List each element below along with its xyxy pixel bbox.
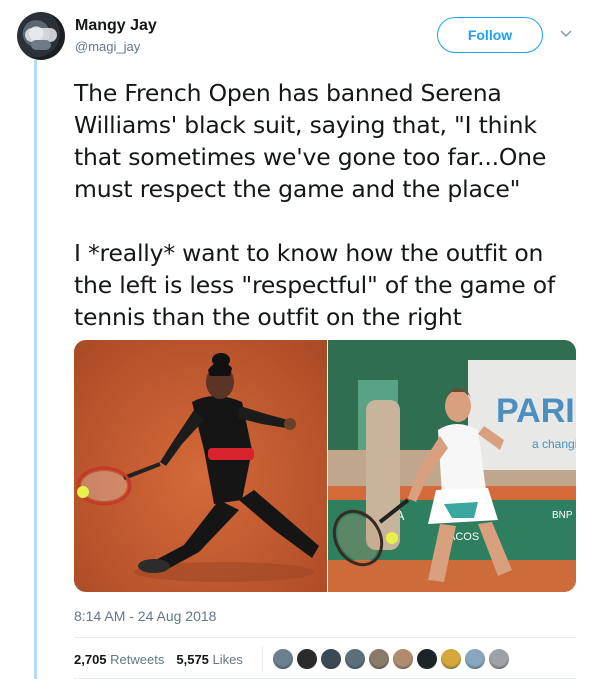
signage-pari: PARI xyxy=(496,392,575,430)
liker-avatar[interactable] xyxy=(416,648,438,670)
liker-avatar[interactable] xyxy=(320,648,342,670)
likes-label: Likes xyxy=(212,652,243,667)
liker-avatar[interactable] xyxy=(344,648,366,670)
divider xyxy=(262,646,263,672)
avatar[interactable] xyxy=(17,12,65,60)
retweets-count: 2,705 xyxy=(74,652,107,667)
photo-simona-halep[interactable]: PARI a changi PA ACOS BNP xyxy=(328,340,576,592)
likes-count: 5,575 xyxy=(176,652,209,667)
liker-avatar[interactable] xyxy=(488,648,510,670)
signage-bnp: BNP xyxy=(552,510,573,521)
chevron-down-icon[interactable] xyxy=(560,30,572,38)
retweets-label: Retweets xyxy=(110,652,165,667)
tweet-text: The French Open has banned Serena Willia… xyxy=(74,79,556,331)
liker-avatar[interactable] xyxy=(440,648,462,670)
tweet-timestamp[interactable]: 8:14 AM - 24 Aug 2018 xyxy=(74,608,216,624)
liker-avatar[interactable] xyxy=(464,648,486,670)
liker-avatar[interactable] xyxy=(392,648,414,670)
tweet-stats: 2,705 Retweets 5,575 Likes xyxy=(74,652,255,667)
liker-avatar[interactable] xyxy=(368,648,390,670)
follow-button[interactable]: Follow xyxy=(437,17,543,53)
retweets-stat[interactable]: 2,705 Retweets xyxy=(74,652,164,667)
likes-stat[interactable]: 5,575 Likes xyxy=(176,652,243,667)
liker-avatar[interactable] xyxy=(272,648,294,670)
tweet-media[interactable]: PARI a changi PA ACOS BNP xyxy=(74,340,576,592)
author-handle[interactable]: @magi_jay xyxy=(75,39,140,54)
divider xyxy=(74,637,576,638)
liker-avatar[interactable] xyxy=(296,648,318,670)
photo-serena-williams[interactable] xyxy=(74,340,327,592)
thread-line xyxy=(34,60,37,679)
signage-a-changi: a changi xyxy=(532,437,576,451)
liker-avatars[interactable] xyxy=(272,648,512,670)
author-name[interactable]: Mangy Jay xyxy=(75,17,157,35)
